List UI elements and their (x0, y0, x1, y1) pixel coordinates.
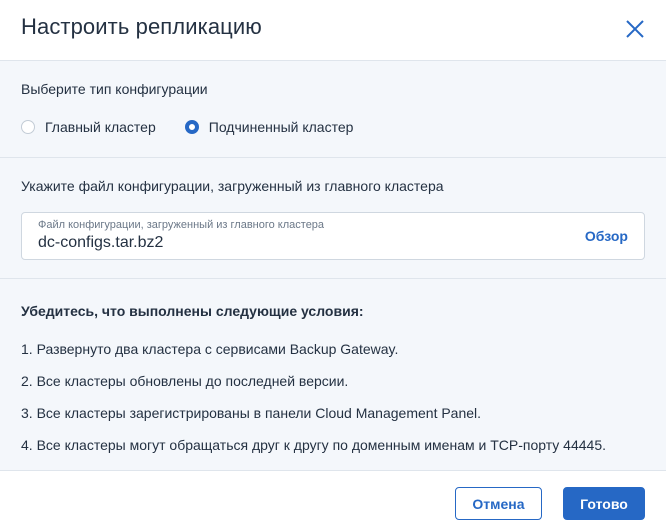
dialog-header: Настроить репликацию (0, 0, 666, 60)
config-type-label: Выберите тип конфигурации (21, 81, 208, 97)
radio-main-cluster-label: Главный кластер (45, 119, 156, 135)
config-file-field[interactable]: Файл конфигурации, загруженный из главно… (21, 212, 645, 260)
condition-item: 1. Развернуто два кластера с сервисами B… (21, 341, 399, 357)
config-file-field-label: Файл конфигурации, загруженный из главно… (38, 219, 325, 231)
radio-secondary-cluster-label: Подчиненный кластер (208, 119, 354, 135)
radio-unchecked-icon (21, 120, 35, 134)
radio-secondary-cluster[interactable]: Подчиненный кластер (184, 119, 354, 135)
dialog-footer: Отмена Готово (0, 471, 666, 531)
condition-item: 2. Все кластеры обновлены до последней в… (21, 373, 349, 389)
condition-item: 4. Все кластеры могут обращаться друг к … (21, 437, 606, 453)
dialog-body: Выберите тип конфигурации Главный класте… (0, 60, 666, 471)
config-file-section: Укажите файл конфигурации, загруженный и… (0, 158, 666, 279)
config-file-instruction: Укажите файл конфигурации, загруженный и… (21, 178, 444, 194)
close-icon[interactable] (624, 18, 646, 40)
config-type-section: Выберите тип конфигурации Главный класте… (0, 61, 666, 158)
condition-item: 3. Все кластеры зарегистрированы в панел… (21, 405, 482, 421)
conditions-section: Убедитесь, что выполнены следующие услов… (0, 279, 666, 471)
browse-button[interactable]: Обзор (585, 228, 628, 244)
done-button[interactable]: Готово (563, 487, 645, 520)
conditions-title: Убедитесь, что выполнены следующие услов… (21, 303, 364, 319)
replication-dialog: Настроить репликацию Выберите тип конфиг… (0, 0, 666, 531)
config-file-field-value[interactable]: dc-configs.tar.bz2 (38, 234, 163, 252)
radio-checked-icon (184, 120, 199, 134)
radio-main-cluster[interactable]: Главный кластер (21, 119, 156, 135)
config-type-radio-group: Главный кластер Подчиненный кластер (21, 117, 382, 137)
cancel-button[interactable]: Отмена (455, 487, 542, 520)
dialog-title: Настроить репликацию (21, 14, 262, 39)
